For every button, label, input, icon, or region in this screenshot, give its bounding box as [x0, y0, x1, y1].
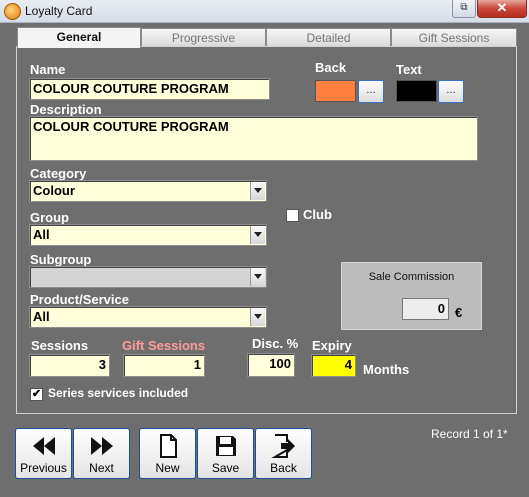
- product-service-label: Product/Service: [30, 292, 129, 307]
- back-color-swatch: [315, 80, 356, 102]
- close-button[interactable]: ✕: [477, 0, 527, 18]
- gift-sessions-input[interactable]: 1: [123, 354, 205, 377]
- window-title: Loyalty Card: [25, 4, 93, 18]
- club-checkbox[interactable]: [286, 209, 299, 222]
- tab-general[interactable]: General: [17, 27, 141, 48]
- category-value: Colour: [33, 183, 75, 198]
- next-label: Next: [89, 461, 114, 475]
- description-label: Description: [30, 102, 102, 117]
- tab-detailed[interactable]: Detailed: [266, 28, 391, 47]
- new-button[interactable]: New: [139, 428, 196, 479]
- chevron-down-icon[interactable]: [250, 182, 265, 200]
- tab-progressive[interactable]: Progressive: [141, 28, 266, 47]
- discount-input[interactable]: 100: [247, 353, 295, 377]
- sale-commission-input[interactable]: 0: [402, 298, 449, 320]
- previous-button[interactable]: Previous: [15, 428, 72, 479]
- gift-sessions-label: Gift Sessions: [122, 338, 206, 353]
- product-service-value: All: [33, 309, 50, 324]
- chevron-down-icon: [250, 268, 265, 286]
- back-color-label: Back: [315, 60, 347, 75]
- sale-commission-box: Sale Commission 0 €: [341, 262, 482, 330]
- product-service-select[interactable]: All: [29, 306, 267, 328]
- back-button[interactable]: Back: [255, 428, 312, 479]
- group-value: All: [33, 227, 50, 242]
- text-color-picker-button[interactable]: ...: [438, 80, 464, 103]
- sessions-input[interactable]: 3: [29, 354, 110, 377]
- back-color-picker-button[interactable]: ...: [358, 80, 384, 103]
- back-label: Back: [270, 461, 297, 475]
- group-select[interactable]: All: [29, 224, 267, 246]
- new-document-icon: [159, 434, 177, 458]
- subgroup-label: Subgroup: [30, 252, 92, 267]
- chevron-down-icon[interactable]: [250, 226, 265, 244]
- previous-icon: [32, 437, 55, 455]
- series-services-checkbox[interactable]: ✔: [30, 388, 43, 401]
- previous-label: Previous: [20, 461, 67, 475]
- club-label: Club: [303, 207, 332, 222]
- floppy-disk-icon: [215, 436, 236, 456]
- months-label: Months: [363, 362, 410, 377]
- series-services-label: Series services included: [48, 386, 189, 400]
- category-select[interactable]: Colour: [29, 180, 267, 202]
- tab-gift-sessions[interactable]: Gift Sessions: [391, 28, 517, 47]
- restore-button[interactable]: ⧉: [452, 0, 476, 18]
- record-status: Record 1 of 1*: [431, 427, 508, 441]
- chevron-down-icon[interactable]: [250, 308, 265, 326]
- sessions-label: Sessions: [31, 338, 89, 353]
- group-label: Group: [30, 210, 69, 225]
- text-color-swatch: [396, 80, 437, 102]
- app-icon: [4, 3, 21, 20]
- new-label: New: [155, 461, 180, 475]
- sale-commission-label: Sale Commission: [368, 271, 455, 283]
- subgroup-select: [29, 266, 267, 288]
- next-button[interactable]: Next: [73, 428, 130, 479]
- text-color-label: Text: [396, 62, 422, 77]
- name-input[interactable]: COLOUR COUTURE PROGRAM: [29, 78, 270, 100]
- category-label: Category: [30, 166, 87, 181]
- discount-label: Disc. %: [252, 336, 299, 351]
- name-label: Name: [30, 62, 66, 77]
- description-textarea[interactable]: COLOUR COUTURE PROGRAM: [29, 116, 478, 161]
- expiry-label: Expiry: [312, 338, 352, 353]
- title-bar: Loyalty Card ⧉ ✕: [0, 0, 529, 23]
- next-icon: [90, 437, 113, 455]
- exit-arrow-icon: [270, 434, 295, 458]
- currency-symbol: €: [455, 305, 463, 320]
- save-button[interactable]: Save: [197, 428, 254, 479]
- save-label: Save: [211, 461, 240, 475]
- expiry-input[interactable]: 4: [311, 354, 356, 377]
